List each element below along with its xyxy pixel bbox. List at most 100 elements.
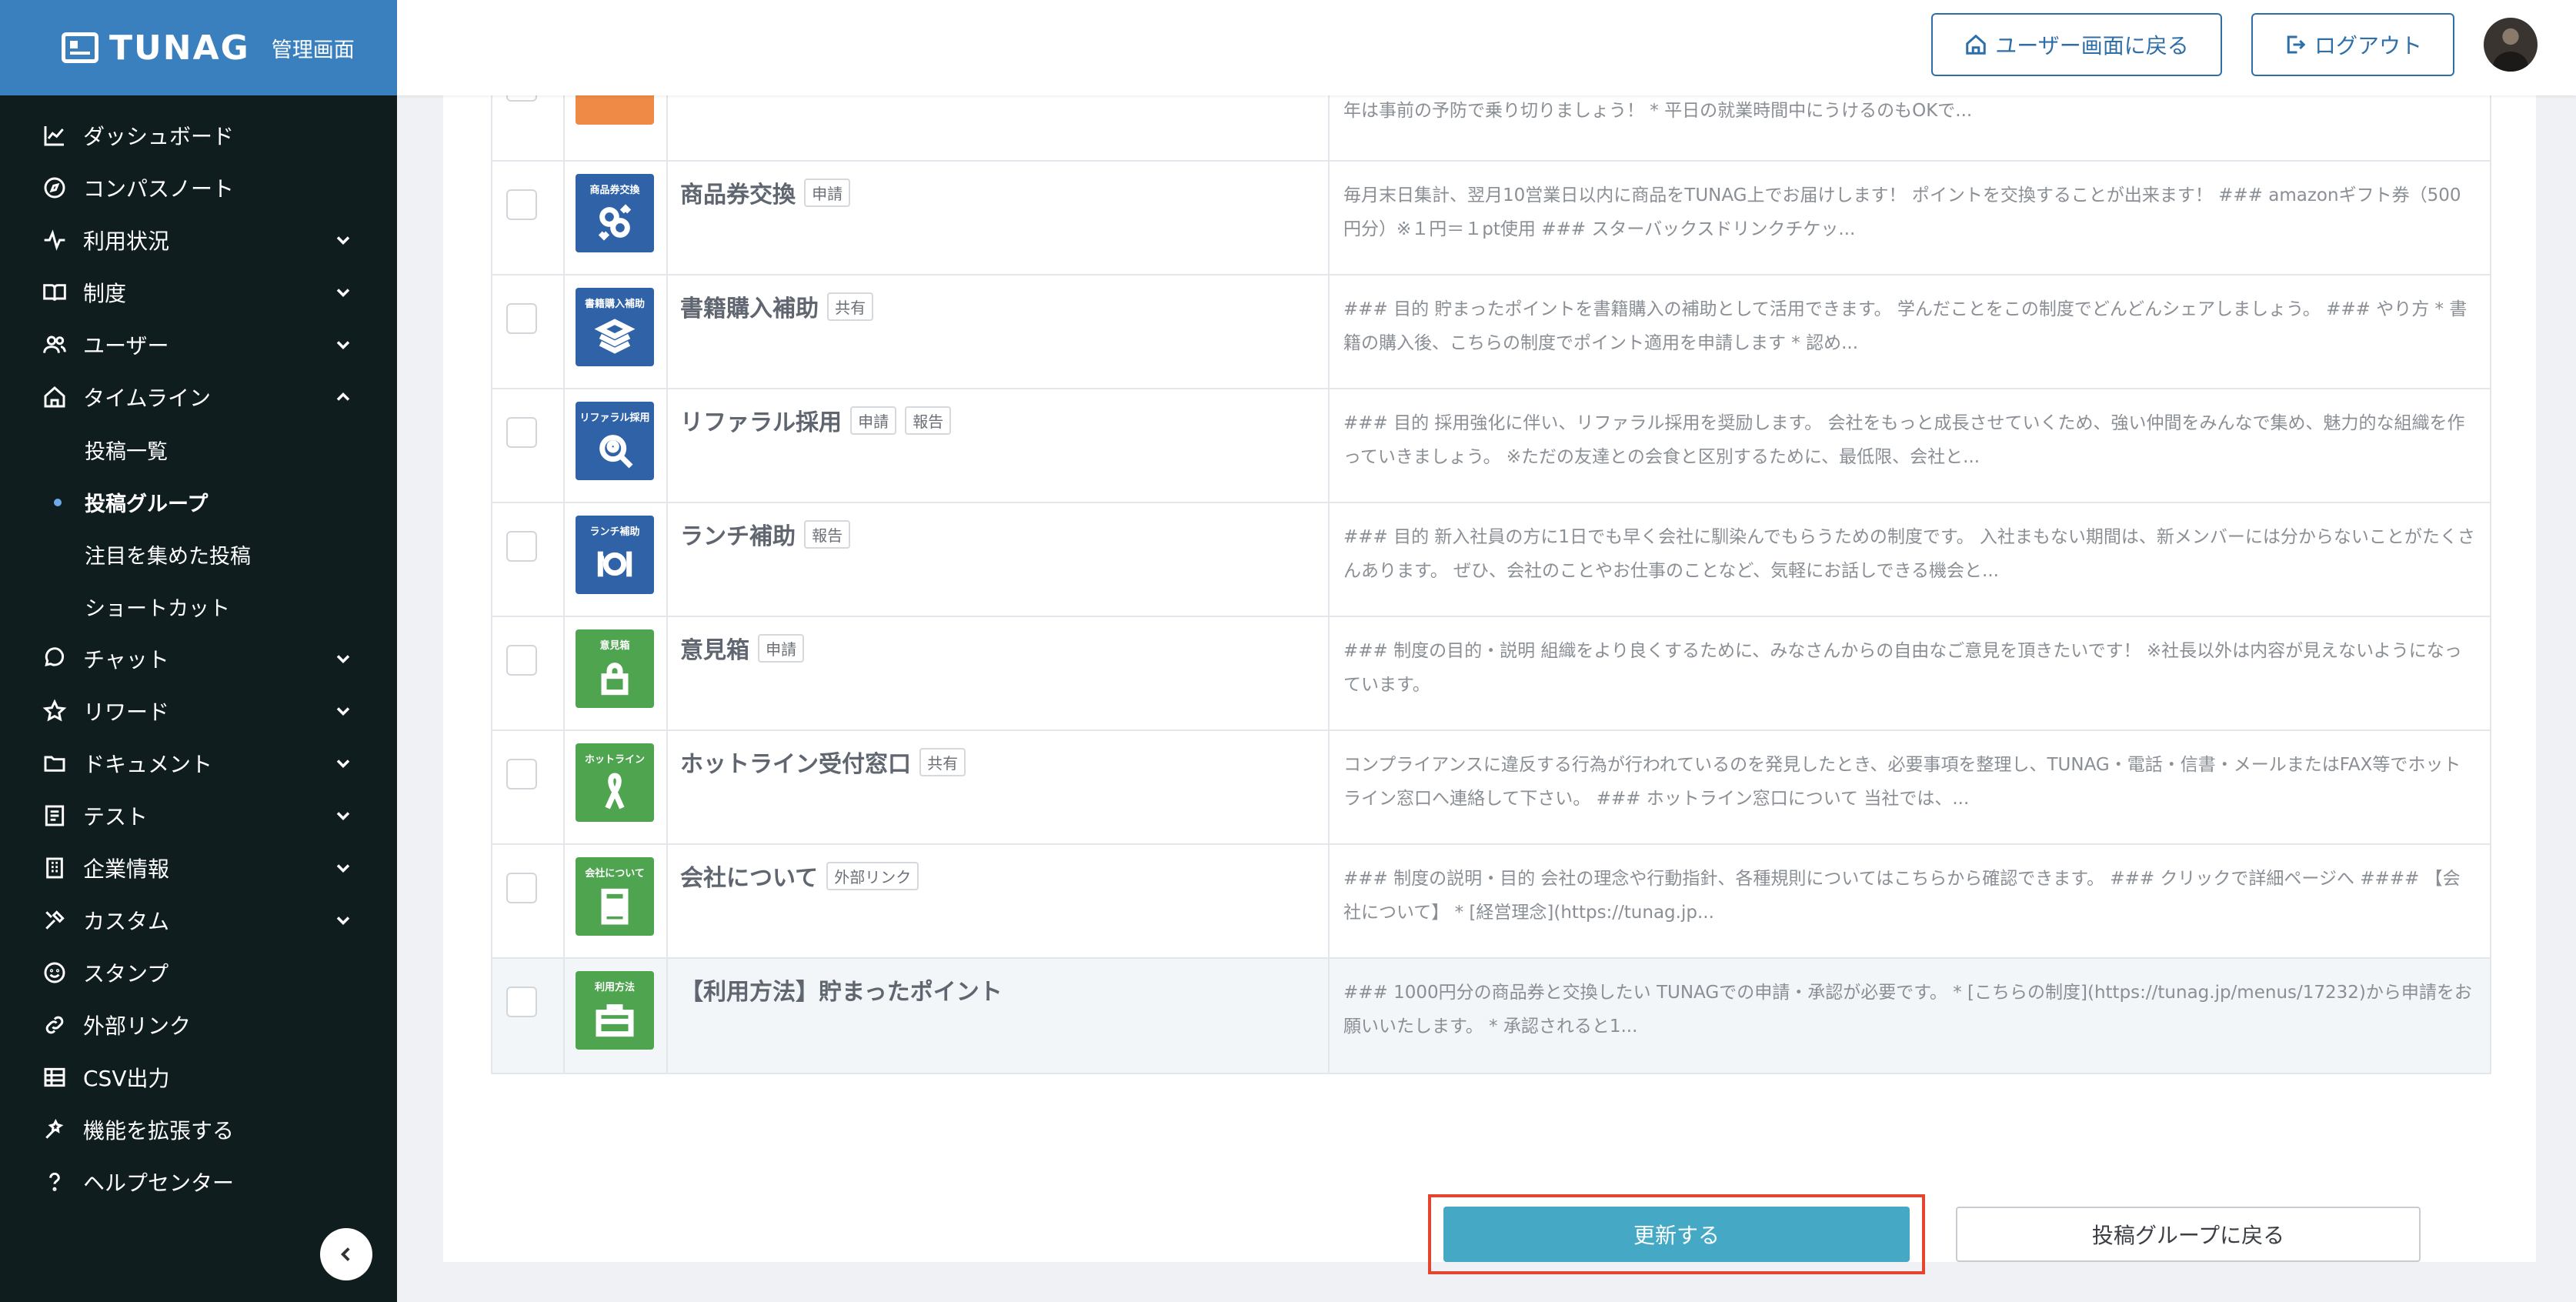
- sidebar-item-label: チャット: [83, 647, 169, 673]
- help-icon: [42, 1169, 68, 1195]
- row-title-cell: 商品券交換 申請: [668, 162, 1330, 274]
- smile-icon: [42, 960, 68, 986]
- sidebar-item-stamp[interactable]: スタンプ: [0, 946, 397, 999]
- sidebar-item-compass-note[interactable]: コンパスノート: [0, 162, 397, 214]
- brand-bar[interactable]: TUNAG 管理画面: [0, 0, 397, 95]
- sidebar-item-label: コンパスノート: [83, 176, 235, 202]
- sidebar-item-dashboard[interactable]: ダッシュボード: [0, 109, 397, 162]
- back-to-post-group-button[interactable]: 投稿グループに戻る: [1956, 1207, 2421, 1262]
- menu-tag: 外部リンク: [826, 861, 919, 890]
- menu-thumbnail: ホットライン: [576, 743, 654, 822]
- table-row: 利用方法 【利用方法】貯まったポイント ### 1000円分の商品券と交換したい…: [492, 959, 2490, 1073]
- sidebar-item-users[interactable]: ユーザー: [0, 319, 397, 371]
- logout-button[interactable]: ログアウト: [2251, 13, 2454, 76]
- menu-thumbnail: ランチ補助: [576, 516, 654, 594]
- back-to-user-screen-label: ユーザー画面に戻る: [1995, 33, 2189, 58]
- row-title-cell: 意見箱 申請: [668, 617, 1330, 729]
- sidebar-item-external-link[interactable]: 外部リンク: [0, 999, 397, 1051]
- sidebar-item-extensions[interactable]: 機能を拡張する: [0, 1103, 397, 1156]
- menu-title[interactable]: ホットライン受付窓口: [680, 751, 911, 778]
- sidebar-item-csv-export[interactable]: CSV出力: [0, 1051, 397, 1103]
- sidebar-item-chat[interactable]: チャット: [0, 633, 397, 685]
- chart-line-icon: [42, 122, 68, 149]
- row-description: ### 1000円分の商品券と交換したい TUNAGでの申請・承認が必要です。 …: [1343, 983, 2472, 1037]
- row-checkbox[interactable]: [506, 645, 537, 676]
- sidebar-item-help-center[interactable]: ヘルプセンター: [0, 1156, 397, 1208]
- row-thumb-cell: 会社について: [565, 845, 668, 957]
- post-group-edit-card: 年は事前の予防で乗り切りましょう！ * 平日の就業時間中にうけるのもOKで...…: [443, 46, 2536, 1274]
- chevron-left-icon: [340, 1247, 350, 1261]
- row-checkbox-cell: [492, 845, 565, 957]
- menu-tag: 申請: [850, 406, 897, 435]
- ribbon-icon: [605, 773, 625, 810]
- row-checkbox[interactable]: [506, 303, 537, 334]
- update-button[interactable]: 更新する: [1443, 1207, 1910, 1262]
- sidebar-item-label: ダッシュボード: [83, 124, 235, 149]
- star-icon: [42, 698, 68, 724]
- home-icon: [42, 384, 68, 410]
- sidebar-subitem-post-group[interactable]: 投稿グループ: [0, 476, 397, 528]
- row-checkbox-cell: [492, 617, 565, 729]
- menu-title[interactable]: 商品券交換: [680, 182, 796, 209]
- link-icon: [42, 1012, 68, 1038]
- row-title-cell: ランチ補助 報告: [668, 503, 1330, 616]
- sidebar-item-system[interactable]: 制度: [0, 266, 397, 319]
- logout-icon: [2287, 35, 2306, 54]
- menu-thumbnail: リファラル採用: [576, 402, 654, 480]
- row-title-cell: 会社について 外部リンク: [668, 845, 1330, 957]
- row-thumb-cell: ランチ補助: [565, 503, 668, 616]
- table-row: ランチ補助 ランチ補助 報告 ### 目的 新入社員の方に1日でも早く会社に馴染…: [492, 503, 2490, 617]
- table-row: 商品券交換 商品券交換 申請 毎月末日集計、翌月10営業日以内に商品をTUNAG…: [492, 162, 2490, 275]
- sidebar-subitem-post-list[interactable]: 投稿一覧: [0, 423, 397, 476]
- thumbnail-label: リファラル採用: [579, 412, 650, 424]
- menu-thumbnail: 商品券交換: [576, 174, 654, 252]
- row-thumb-cell: リファラル採用: [565, 389, 668, 502]
- row-checkbox[interactable]: [506, 189, 537, 220]
- book-icon: [42, 279, 68, 305]
- sidebar-item-custom[interactable]: カスタム: [0, 894, 397, 946]
- row-checkbox[interactable]: [506, 759, 537, 790]
- sidebar-collapse-button[interactable]: [320, 1228, 372, 1280]
- sidebar-subitem-popular-posts[interactable]: 注目を集めた投稿: [0, 528, 397, 580]
- home-icon: [1966, 34, 1987, 55]
- sidebar-item-test[interactable]: テスト: [0, 790, 397, 842]
- lock-box-icon: [601, 663, 629, 696]
- row-thumb-cell: ホットライン: [565, 731, 668, 843]
- menu-title[interactable]: リファラル採用: [680, 409, 842, 436]
- sidebar-subitem-shortcut[interactable]: ショートカット: [0, 580, 397, 633]
- menu-title[interactable]: 【利用方法】貯まったポイント: [680, 979, 1003, 1006]
- sidebar-item-label: ドキュメント: [83, 752, 213, 777]
- magnifier-person-icon: [599, 435, 633, 469]
- thumbnail-label: 商品券交換: [589, 185, 640, 196]
- users-icon: [42, 332, 68, 358]
- sidebar-item-label: ユーザー: [83, 333, 169, 359]
- menu-title[interactable]: 書籍購入補助: [680, 295, 819, 322]
- sidebar-item-document[interactable]: ドキュメント: [0, 737, 397, 790]
- books-icon: [594, 319, 636, 354]
- row-checkbox[interactable]: [506, 987, 537, 1017]
- row-checkbox[interactable]: [506, 873, 537, 903]
- table-icon: [42, 1064, 68, 1090]
- sidebar-item-usage[interactable]: 利用状況: [0, 214, 397, 266]
- menu-title[interactable]: ランチ補助: [680, 523, 796, 550]
- user-avatar[interactable]: [2484, 18, 2538, 72]
- chevron-down-icon: [332, 334, 354, 356]
- row-thumb-cell: 意見箱: [565, 617, 668, 729]
- building-icon: [601, 888, 629, 925]
- sidebar-item-label: 外部リンク: [83, 1013, 192, 1039]
- row-checkbox[interactable]: [506, 417, 537, 448]
- sidebar-item-label: カスタム: [83, 909, 170, 934]
- sidebar-item-company-info[interactable]: 企業情報: [0, 842, 397, 894]
- sidebar-item-label: リワード: [83, 699, 170, 725]
- row-checkbox[interactable]: [506, 531, 537, 562]
- menu-tag: 申請: [804, 178, 851, 207]
- row-checkbox-cell: [492, 162, 565, 274]
- sidebar-item-reward[interactable]: リワード: [0, 685, 397, 737]
- sidebar-item-timeline[interactable]: タイムライン: [0, 371, 397, 423]
- back-to-user-screen-button[interactable]: ユーザー画面に戻る: [1931, 13, 2222, 76]
- row-description: ### 目的 採用強化に伴い、リファラル採用を奨励します。 会社をもっと成長させ…: [1343, 413, 2465, 467]
- menu-title[interactable]: 意見箱: [680, 637, 749, 664]
- menu-thumbnail: 意見箱: [576, 629, 654, 708]
- menu-title[interactable]: 会社について: [680, 865, 818, 892]
- pulse-icon: [42, 227, 68, 253]
